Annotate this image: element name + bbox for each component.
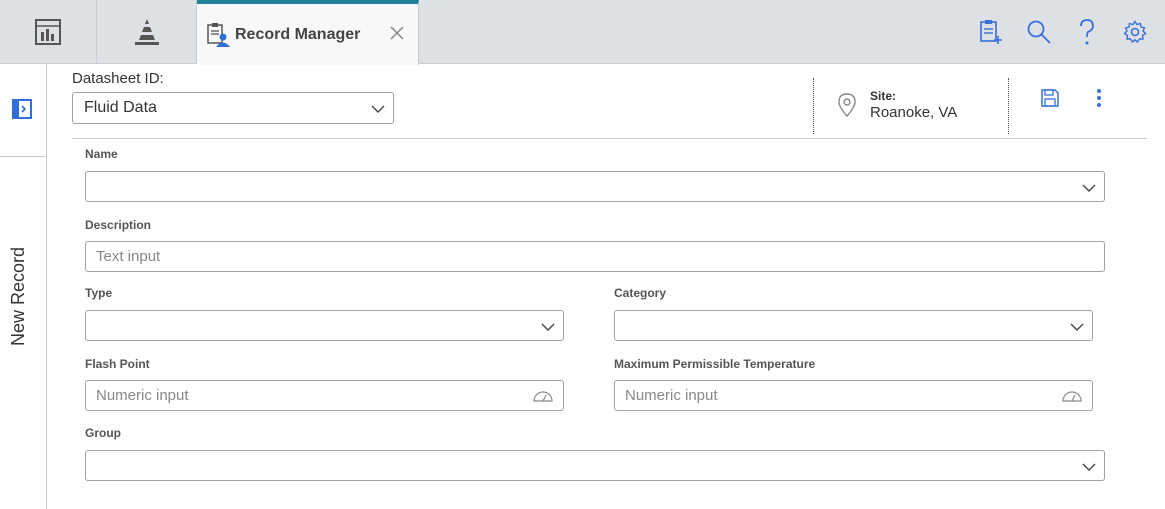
group-label: Group xyxy=(85,426,121,440)
chevron-down-icon xyxy=(1082,463,1096,471)
record-manager-icon xyxy=(207,22,230,47)
header-divider xyxy=(813,78,814,134)
description-input[interactable]: Text input xyxy=(85,241,1105,272)
flash-point-input[interactable]: Numeric input xyxy=(85,380,564,411)
tab-record-manager-label: Record Manager xyxy=(235,25,361,43)
datasheet-id-label: Datasheet ID: xyxy=(72,70,164,87)
chevron-down-icon xyxy=(541,323,555,331)
header-divider-2 xyxy=(1008,78,1009,134)
settings-button[interactable] xyxy=(1119,16,1151,48)
flash-point-label: Flash Point xyxy=(85,357,150,371)
name-select[interactable] xyxy=(85,171,1105,202)
max-temp-input[interactable]: Numeric input xyxy=(614,380,1093,411)
type-select[interactable] xyxy=(85,310,564,341)
top-actions xyxy=(975,16,1151,48)
uom-gauge-icon[interactable] xyxy=(1062,390,1082,402)
help-icon xyxy=(1080,19,1094,45)
datasheet-id-value: Fluid Data xyxy=(84,99,157,116)
description-placeholder: Text input xyxy=(96,248,161,265)
search-button[interactable] xyxy=(1023,16,1055,48)
datasheet-id-select[interactable]: Fluid Data xyxy=(72,92,394,124)
category-select[interactable] xyxy=(614,310,1093,341)
site-value[interactable]: Roanoke, VA xyxy=(870,104,957,121)
expand-panel-icon[interactable] xyxy=(11,98,33,120)
type-label: Type xyxy=(85,286,113,300)
left-rail: New Record xyxy=(0,64,47,509)
tab-record-manager[interactable]: Record Manager xyxy=(197,0,419,65)
tab-dashboard[interactable] xyxy=(0,0,97,64)
dashboard-icon xyxy=(35,19,61,45)
description-label: Description xyxy=(85,218,152,232)
new-record-label[interactable]: New Record xyxy=(8,236,29,346)
help-button[interactable] xyxy=(1071,16,1103,48)
location-pin-icon xyxy=(838,93,856,117)
category-label: Category xyxy=(614,286,667,300)
rail-divider xyxy=(0,156,47,157)
uom-gauge-icon[interactable] xyxy=(533,390,553,402)
pyramid-icon xyxy=(134,19,159,45)
tab-asset-hierarchy[interactable] xyxy=(97,0,197,64)
more-options-icon[interactable] xyxy=(1091,87,1107,109)
chevron-down-icon xyxy=(1070,323,1084,331)
search-icon xyxy=(1027,20,1051,44)
name-label: Name xyxy=(85,147,118,161)
max-temp-placeholder: Numeric input xyxy=(625,387,718,404)
new-record-list-button[interactable] xyxy=(975,16,1007,48)
chevron-down-icon xyxy=(371,105,385,113)
max-temp-label: Maximum Permissible Temperature xyxy=(614,357,816,371)
gear-icon xyxy=(1123,20,1147,44)
chevron-down-icon xyxy=(1082,184,1096,192)
flash-point-placeholder: Numeric input xyxy=(96,387,189,404)
add-list-icon xyxy=(980,20,1002,44)
group-select[interactable] xyxy=(85,450,1105,481)
top-bar: Record Manager xyxy=(0,0,1165,65)
save-icon[interactable] xyxy=(1040,88,1060,108)
close-icon[interactable] xyxy=(388,24,406,42)
header-separator xyxy=(72,138,1147,139)
site-label: Site: xyxy=(870,89,897,103)
